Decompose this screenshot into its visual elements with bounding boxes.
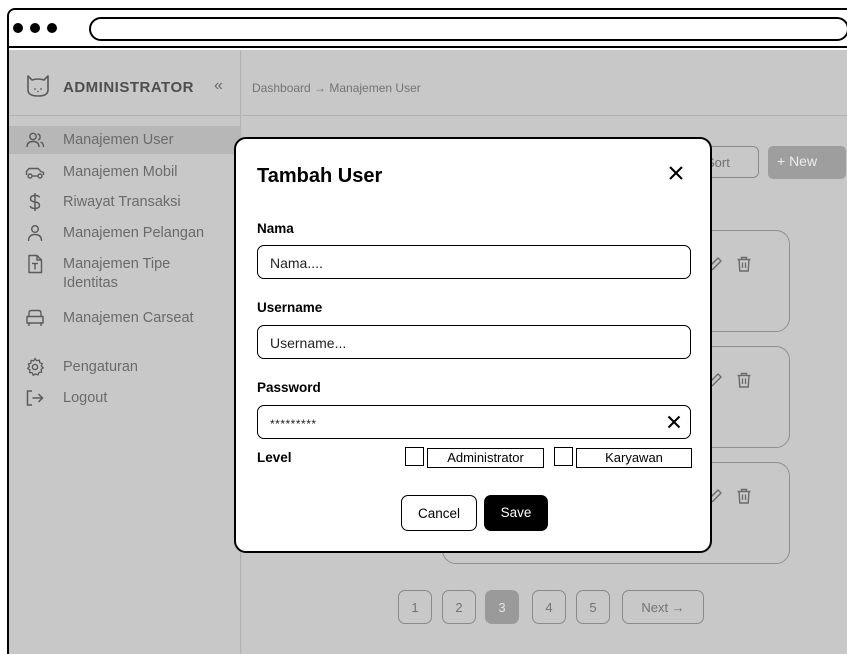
next-page-label: Next → <box>641 600 685 615</box>
next-page-button[interactable]: Next → <box>622 590 704 624</box>
password-input-value: ********* <box>270 417 317 431</box>
collapse-sidebar-icon[interactable]: « <box>214 77 223 95</box>
password-label: Password <box>257 380 321 395</box>
dollar-icon <box>29 193 41 211</box>
page-number: 2 <box>455 600 463 615</box>
sidebar-item-manajemen-user[interactable]: Manajemen User <box>9 126 241 154</box>
sidebar-item-label: Manajemen Pelangan <box>63 225 205 241</box>
nama-input[interactable]: Nama.... <box>257 245 691 279</box>
username-input-value: Username... <box>270 335 347 351</box>
cancel-button-label: Cancel <box>417 506 461 521</box>
karyawan-checkbox[interactable] <box>554 447 573 466</box>
nama-input-value: Nama.... <box>270 255 323 271</box>
karyawan-option-label[interactable]: Karyawan <box>576 448 692 468</box>
level-label: Level <box>257 450 292 465</box>
sidebar-item-manajemen-pelangan[interactable]: Manajemen Pelangan <box>9 219 241 247</box>
administrator-option-label[interactable]: Administrator <box>427 448 544 468</box>
username-input[interactable]: Username... <box>257 325 691 359</box>
new-button-label: + New <box>777 153 818 169</box>
sidebar-item-manajemen-mobil[interactable]: Manajemen Mobil <box>9 158 241 186</box>
car-seat-icon <box>26 309 44 326</box>
brand: ADMINISTRATOR « <box>9 50 241 116</box>
browser-titlebar <box>9 10 847 48</box>
save-button[interactable]: Save <box>484 495 548 531</box>
page-number: 4 <box>545 600 553 615</box>
window-dot-3[interactable] <box>47 23 57 33</box>
sidebar-item-label: Pengaturan <box>63 359 138 375</box>
sidebar-item-pengaturan[interactable]: Pengaturan <box>9 353 241 381</box>
app-area: ADMINISTRATOR « Manajemen User Manajemen… <box>9 50 847 654</box>
username-label: Username <box>257 300 323 315</box>
logout-icon <box>26 390 44 406</box>
clear-input-icon[interactable] <box>667 415 681 429</box>
trash-icon[interactable] <box>735 255 753 273</box>
sidebar-item-label: Riwayat Transaksi <box>63 194 181 210</box>
gear-icon <box>26 357 44 376</box>
page-button-1[interactable]: 1 <box>398 590 432 624</box>
breadcrumb[interactable]: Dashboard → Manajemen User <box>252 81 421 95</box>
car-icon <box>25 167 45 179</box>
save-button-label: Save <box>500 505 532 520</box>
add-user-modal: Tambah User Nama Nama.... Username Usern… <box>234 137 712 553</box>
page-number: 1 <box>411 600 419 615</box>
user-icon <box>27 225 43 242</box>
page-button-4[interactable]: 4 <box>532 590 566 624</box>
close-icon[interactable] <box>667 164 685 182</box>
sidebar-item-manajemen-tipe-identitas[interactable]: Manajemen Tipe Identitas <box>9 250 241 298</box>
trash-icon[interactable] <box>735 487 753 505</box>
trash-icon[interactable] <box>735 371 753 389</box>
cancel-button[interactable]: Cancel <box>401 495 477 531</box>
page-button-5[interactable]: 5 <box>576 590 610 624</box>
page-number: 5 <box>589 600 597 615</box>
administrator-checkbox[interactable] <box>405 447 424 466</box>
browser-window: ADMINISTRATOR « Manajemen User Manajemen… <box>7 8 847 654</box>
window-dot-2[interactable] <box>30 23 40 33</box>
sidebar-item-logout[interactable]: Logout <box>9 384 241 412</box>
new-user-button[interactable]: + New <box>768 146 846 179</box>
page-button-3[interactable]: 3 <box>485 590 519 624</box>
sidebar-item-label: Manajemen Carseat <box>63 310 194 326</box>
brand-title: ADMINISTRATOR <box>63 79 194 96</box>
modal-title: Tambah User <box>257 165 383 187</box>
sidebar-item-manajemen-carseat[interactable]: Manajemen Carseat <box>9 304 241 332</box>
sidebar-item-label: Manajemen User <box>63 132 174 148</box>
topbar: Dashboard → Manajemen User <box>242 50 847 116</box>
id-file-icon <box>28 254 43 274</box>
cat-face-icon <box>27 75 49 97</box>
window-dot-1[interactable] <box>13 23 23 33</box>
users-icon <box>26 132 45 148</box>
sidebar-item-riwayat-transaksi[interactable]: Riwayat Transaksi <box>9 188 241 216</box>
page-number: 3 <box>498 600 506 615</box>
sidebar-item-label: Manajemen Mobil <box>63 164 178 180</box>
page-button-2[interactable]: 2 <box>442 590 476 624</box>
address-bar[interactable] <box>89 17 847 41</box>
sidebar-item-label: Logout <box>63 390 108 406</box>
nama-label: Nama <box>257 221 294 236</box>
sidebar-item-label: Manajemen Tipe Identitas <box>63 256 171 291</box>
sidebar: ADMINISTRATOR « Manajemen User Manajemen… <box>9 50 241 654</box>
password-input[interactable]: ********* <box>257 405 691 439</box>
